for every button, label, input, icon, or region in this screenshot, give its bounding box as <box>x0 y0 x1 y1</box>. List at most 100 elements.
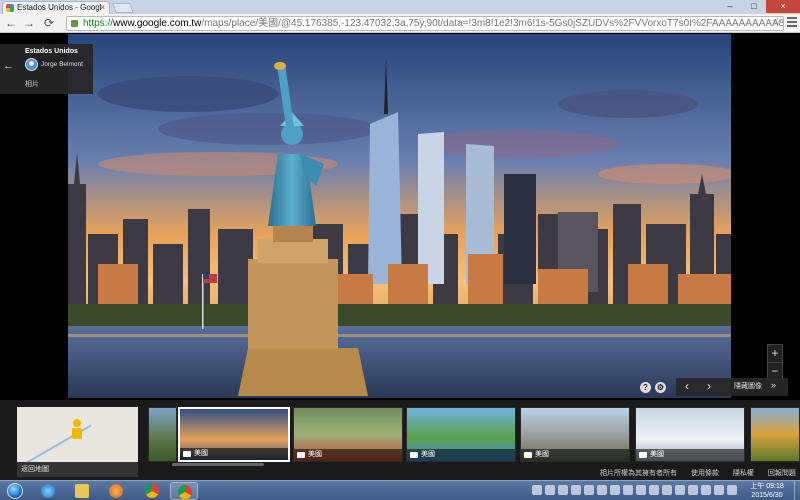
tray-icon[interactable] <box>571 485 581 495</box>
lock-icon <box>71 20 78 27</box>
taskbar-internet-explorer[interactable] <box>34 482 62 500</box>
photo-thumbnail[interactable]: 美國 <box>635 407 745 462</box>
thumbnail-caption: 美國 <box>521 449 629 461</box>
browser-toolbar: ← → ⟳ https://www.google.com.tw/maps/pla… <box>0 14 800 33</box>
photo-thumbnail[interactable]: 美國 <box>406 407 516 462</box>
address-bar[interactable]: https://www.google.com.tw/maps/place/美國/… <box>66 16 784 31</box>
tray-icon[interactable] <box>727 485 737 495</box>
thumbnail-caption: 美國 <box>636 449 744 461</box>
zoom-in-button[interactable]: + <box>768 345 782 362</box>
bookmark-star-icon[interactable]: ☆ <box>772 15 782 28</box>
tray-icon[interactable] <box>688 485 698 495</box>
footer-links: 相片所權為其擁有者所有 使用條款 隱私權 回報問題 <box>600 468 800 478</box>
report-problem-link[interactable]: 回報問題 <box>768 470 796 477</box>
photos-section-label: 相片 <box>25 81 39 88</box>
author-avatar[interactable] <box>25 58 38 71</box>
close-window-button[interactable]: × <box>766 0 800 13</box>
settings-gear-icon[interactable]: ⚙ <box>655 381 666 393</box>
filmstrip-nav: ‹ › 隱藏圖像 » <box>676 378 788 396</box>
nyc-skyline-image <box>68 34 731 398</box>
browser-tab[interactable]: Estados Unidos - Googl × <box>2 1 110 14</box>
tray-icon[interactable] <box>558 485 568 495</box>
pegman-icon[interactable] <box>72 419 82 439</box>
photo-thumbnail[interactable]: 美國 <box>293 407 403 462</box>
start-button[interactable] <box>2 482 28 500</box>
folder-icon <box>75 484 89 498</box>
place-info-card: ← Estados Unidos Jorge Belmont 相片 <box>0 44 93 94</box>
thumbnail-caption: 美國 <box>180 448 288 460</box>
copyright-notice: 相片所權為其擁有者所有 <box>600 470 677 477</box>
zoom-control: + − <box>767 344 783 380</box>
mini-map[interactable] <box>17 407 138 467</box>
internet-explorer-icon <box>41 484 55 498</box>
tray-icon[interactable] <box>597 485 607 495</box>
browser-tab-bar: Estados Unidos - Googl × – □ × <box>0 0 800 14</box>
tray-icon[interactable] <box>714 485 724 495</box>
url-path: /maps/place/美國/@45.176385,-123.47032,3a,… <box>201 18 784 29</box>
maximize-button[interactable]: □ <box>742 0 766 13</box>
tray-icon[interactable] <box>701 485 711 495</box>
chrome-menu-icon[interactable] <box>787 17 797 27</box>
tray-icon[interactable] <box>675 485 685 495</box>
system-tray <box>532 485 740 495</box>
photo-thumbnail[interactable] <box>750 407 800 462</box>
media-player-icon <box>109 484 123 498</box>
photo-thumbnail[interactable] <box>148 407 177 462</box>
chrome-icon <box>178 485 192 499</box>
windows-orb-icon <box>7 483 23 499</box>
clock-time: 上午 09:18 <box>750 483 784 490</box>
tray-icon[interactable] <box>532 485 542 495</box>
back-button[interactable]: ← <box>4 16 18 30</box>
tray-icon[interactable] <box>636 485 646 495</box>
tray-icon[interactable] <box>662 485 672 495</box>
thumbnail-caption: 美國 <box>407 449 515 461</box>
url-scheme: https:// <box>83 18 114 29</box>
camera-icon <box>297 452 305 458</box>
tray-icon[interactable] <box>610 485 620 495</box>
system-clock[interactable]: 上午 09:18 2015/6/30 <box>742 482 792 500</box>
new-tab-button[interactable] <box>112 3 134 13</box>
previous-image-button[interactable]: ‹ <box>680 379 694 393</box>
forward-button[interactable]: → <box>22 16 36 30</box>
zoom-out-button[interactable]: − <box>768 362 782 379</box>
camera-icon <box>183 451 191 457</box>
collapse-chevron-icon[interactable]: » <box>771 380 776 390</box>
privacy-link[interactable]: 隱私權 <box>733 470 754 477</box>
photo-thumbnail[interactable]: 美國 <box>178 407 290 462</box>
clock-date: 2015/6/30 <box>751 492 783 499</box>
thumbnail-caption: 美國 <box>294 449 402 461</box>
tray-icon[interactable] <box>649 485 659 495</box>
hide-images-button[interactable]: 隱藏圖像 <box>734 381 762 391</box>
camera-icon <box>524 452 532 458</box>
tray-icon[interactable] <box>584 485 594 495</box>
taskbar-media-player[interactable] <box>102 482 130 500</box>
window-controls: – □ × <box>718 0 800 13</box>
main-photo[interactable] <box>68 34 731 398</box>
terms-link[interactable]: 使用條款 <box>691 470 719 477</box>
next-image-button[interactable]: › <box>702 379 716 393</box>
tab-close-icon[interactable]: × <box>100 2 105 14</box>
photo-thumbnail[interactable]: 美國 <box>520 407 630 462</box>
back-to-map-button[interactable]: 返回地圖 <box>17 462 138 477</box>
taskbar-chrome-active[interactable] <box>170 482 198 500</box>
tray-icon[interactable] <box>545 485 555 495</box>
filmstrip-scrollbar[interactable] <box>172 463 264 466</box>
windows-taskbar: 上午 09:18 2015/6/30 <box>0 480 800 500</box>
camera-icon <box>410 452 418 458</box>
author-name[interactable]: Jorge Belmont <box>41 61 83 68</box>
url-host: www.google.com.tw <box>113 18 202 29</box>
help-icon[interactable]: ? <box>640 381 651 393</box>
tab-title: Estados Unidos - Googl <box>17 3 102 12</box>
reload-button[interactable]: ⟳ <box>42 16 56 30</box>
minimize-button[interactable]: – <box>718 0 742 13</box>
photo-filmstrip: 返回地圖 美國 美國 美國 美國 美國 相片所權為其擁有者所有 使用條款 隱私權 回報問… <box>0 400 800 480</box>
back-arrow-icon[interactable]: ← <box>3 60 14 72</box>
chrome-icon <box>145 484 159 498</box>
show-desktop-button[interactable] <box>794 481 800 500</box>
taskbar-chrome[interactable] <box>138 482 166 500</box>
taskbar-file-explorer[interactable] <box>68 482 96 500</box>
photo-viewer[interactable]: ← Estados Unidos Jorge Belmont 相片 + − ? … <box>0 34 800 400</box>
camera-icon <box>639 452 647 458</box>
place-title[interactable]: Estados Unidos <box>25 48 78 55</box>
tray-icon[interactable] <box>623 485 633 495</box>
